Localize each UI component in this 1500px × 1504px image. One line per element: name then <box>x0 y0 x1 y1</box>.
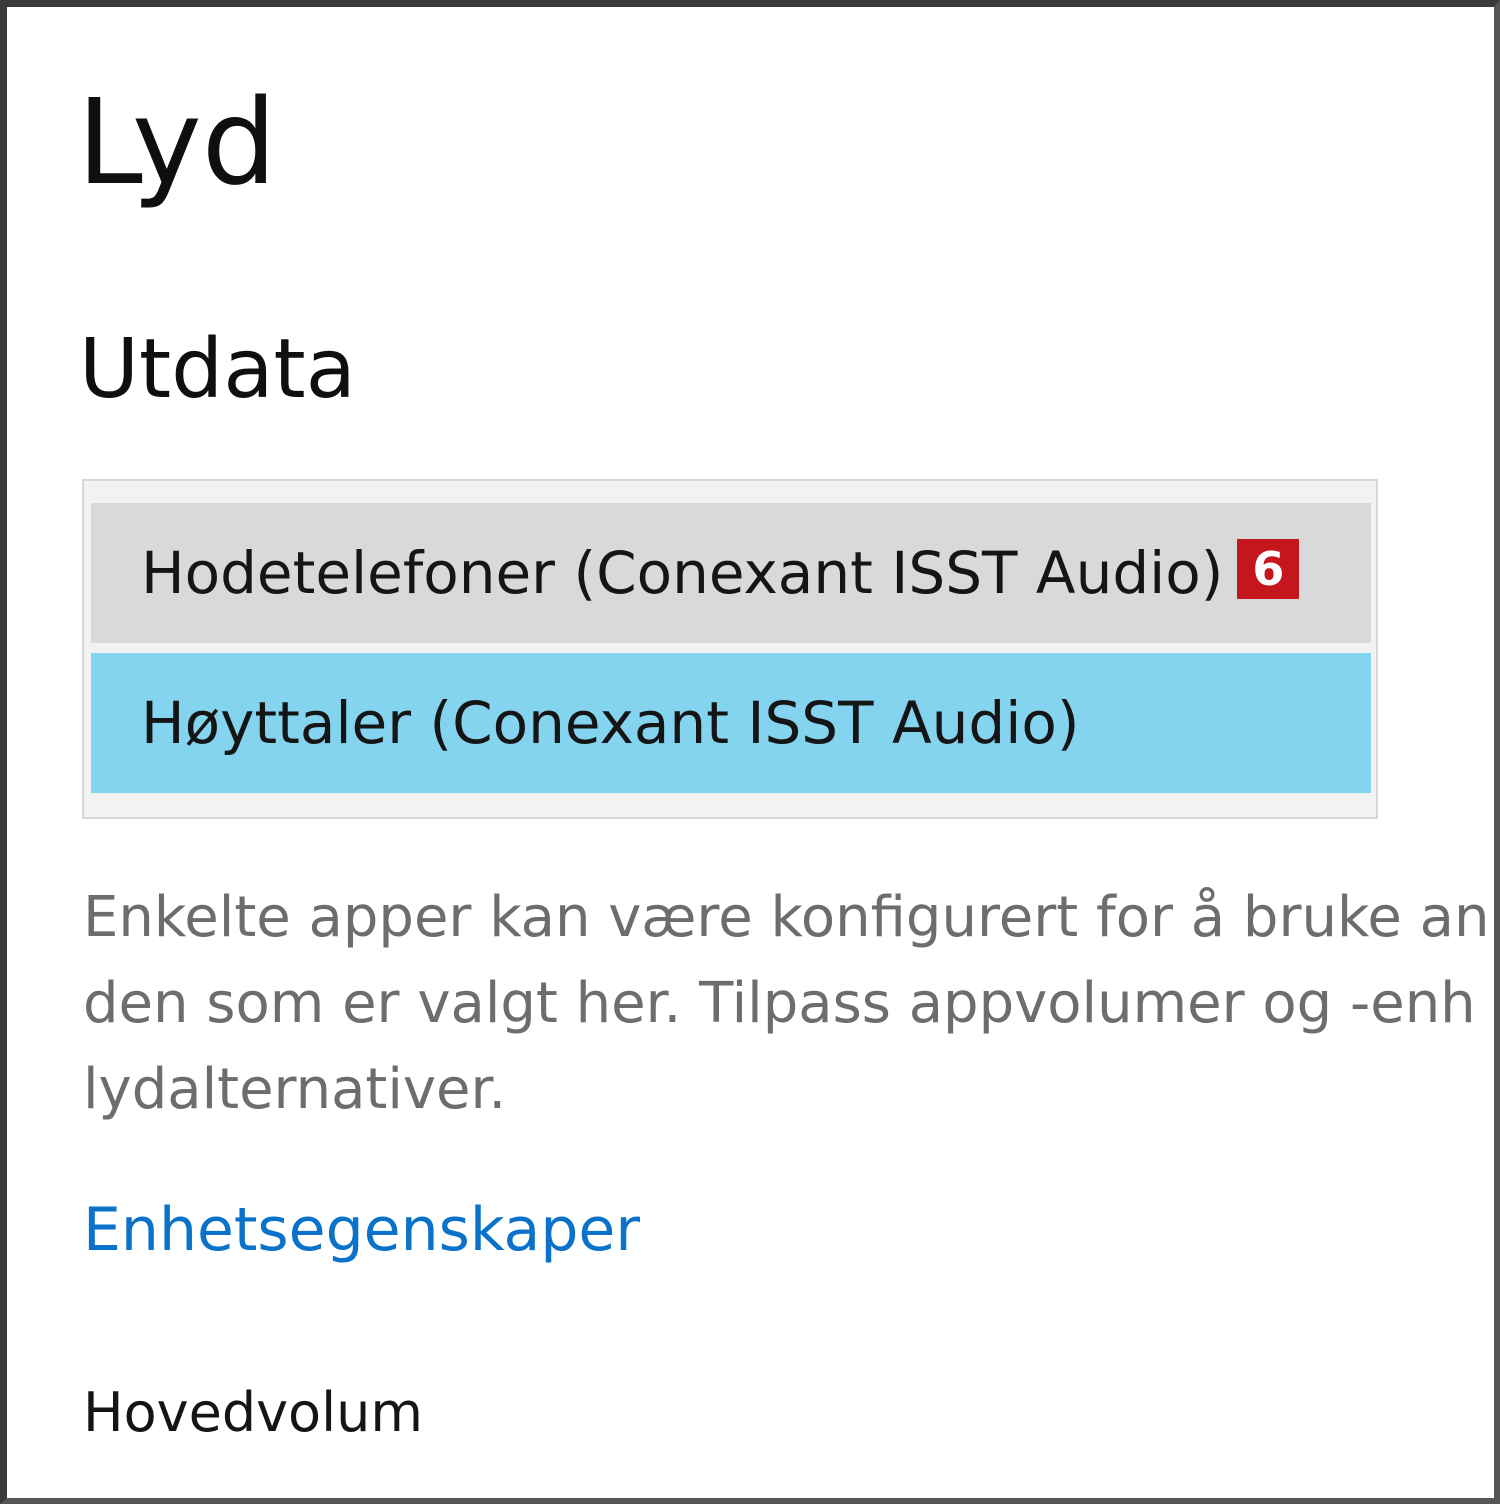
description-line: den som er valgt her. Tilpass appvolumer… <box>83 971 1476 1036</box>
master-volume-label: Hovedvolum <box>83 1381 423 1444</box>
device-item-headphones[interactable]: Hodetelefoner (Conexant ISST Audio) 6 <box>91 503 1371 643</box>
device-properties-link[interactable]: Enhetsegenskaper <box>83 1195 640 1265</box>
description-line: Enkelte apper kan være konfigurert for å… <box>83 885 1490 950</box>
device-item-speaker[interactable]: Høyttaler (Conexant ISST Audio) <box>91 653 1371 793</box>
annotation-badge: 6 <box>1237 539 1300 599</box>
description-line: lydalternativer. <box>83 1057 507 1122</box>
device-item-label: Hodetelefoner (Conexant ISST Audio) <box>141 539 1224 607</box>
settings-panel: Lyd Utdata Hodetelefoner (Conexant ISST … <box>0 0 1500 1504</box>
output-description: Enkelte apper kan være konfigurert for å… <box>83 875 1494 1133</box>
device-item-label: Høyttaler (Conexant ISST Audio) <box>141 689 1080 757</box>
output-device-list[interactable]: Hodetelefoner (Conexant ISST Audio) 6 Hø… <box>82 479 1378 819</box>
output-section-title: Utdata <box>79 322 356 417</box>
page-title: Lyd <box>77 73 277 211</box>
